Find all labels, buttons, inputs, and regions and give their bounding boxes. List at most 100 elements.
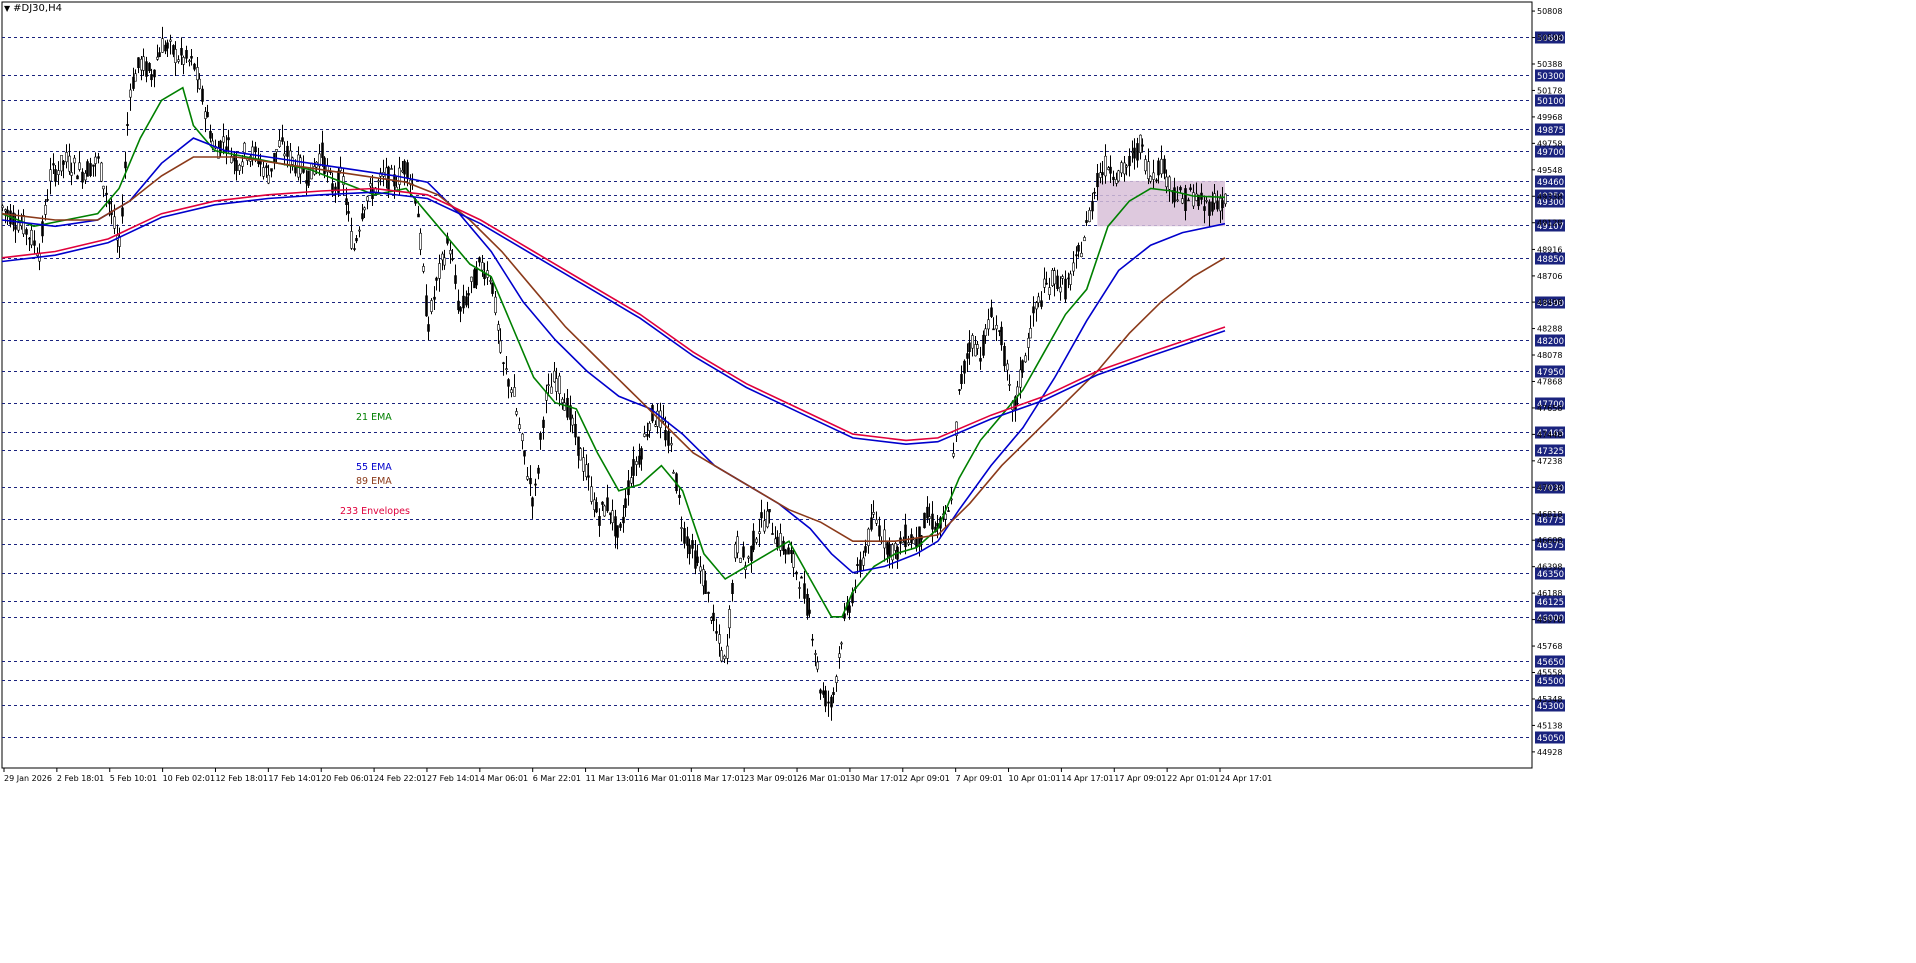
x-tick-label: 6 Mar 22:01 — [533, 774, 581, 783]
candle-body — [1112, 176, 1115, 181]
y-tick-label: 49128 — [1537, 219, 1562, 228]
candle-body — [707, 591, 710, 594]
level-label: 45050 — [1537, 734, 1564, 744]
candle-body — [840, 642, 843, 645]
candle-body — [161, 38, 164, 53]
candle-body — [1027, 337, 1030, 348]
candle-body — [505, 368, 508, 370]
candle-body — [52, 163, 55, 166]
candle-body — [403, 160, 406, 175]
candle-body — [995, 324, 998, 330]
candle-body — [1008, 383, 1011, 386]
candle-body — [587, 475, 590, 478]
x-tick-label: 10 Feb 02:01 — [163, 774, 215, 783]
candle-body — [1080, 252, 1083, 258]
candle-body — [526, 476, 529, 480]
candle-body — [73, 157, 76, 164]
chart-area[interactable]: 5060050300501004987549700494604935049300… — [0, 0, 1916, 963]
candle-body — [1091, 200, 1094, 212]
level-label: 48850 — [1537, 255, 1564, 265]
candle-body — [1125, 165, 1128, 168]
dropdown-arrow-icon[interactable]: ▼ — [4, 4, 10, 13]
candle-body — [235, 160, 238, 172]
candle-body — [156, 56, 159, 60]
candle-body — [1035, 302, 1038, 310]
candle-body — [1051, 269, 1054, 286]
candle-body — [891, 544, 894, 561]
candle-body — [760, 512, 763, 519]
candle-body — [204, 111, 207, 119]
candle-body — [1, 205, 4, 208]
candle-body — [585, 464, 588, 477]
candle-body — [1149, 176, 1152, 182]
candle-body — [648, 423, 651, 431]
highlight-zone — [1097, 180, 1225, 227]
candle-body — [1032, 306, 1035, 314]
candle-body — [158, 52, 161, 58]
candle-body — [470, 276, 473, 282]
price-chart[interactable]: 5060050300501004987549700494604935049300… — [0, 0, 1916, 963]
candle-body — [960, 374, 963, 384]
candle-body — [443, 257, 446, 266]
candle-body — [739, 557, 742, 563]
candle-body — [1179, 187, 1182, 191]
candle-body — [640, 448, 643, 460]
candle-body — [233, 154, 236, 162]
candle-body — [188, 60, 191, 63]
candle-body — [1096, 173, 1099, 188]
y-tick-label: 48498 — [1537, 298, 1562, 307]
candle-body — [275, 149, 278, 153]
candle-body — [816, 661, 819, 670]
candle-body — [1221, 200, 1224, 209]
candle-body — [1144, 159, 1147, 172]
candle-body — [254, 146, 257, 153]
candle-body — [1024, 355, 1027, 363]
candle-body — [387, 166, 390, 190]
candle-body — [606, 497, 609, 512]
candle-body — [595, 502, 598, 513]
candle-body — [193, 63, 196, 70]
candle-body — [537, 467, 540, 474]
candle-body — [150, 74, 153, 81]
candle-body — [616, 525, 619, 538]
candle-body — [86, 161, 89, 177]
candle-body — [1000, 326, 1003, 346]
candle-body — [982, 334, 985, 356]
candle-body — [395, 186, 398, 191]
x-tick-label: 12 Feb 18:01 — [215, 774, 267, 783]
candle-body — [1101, 172, 1104, 176]
annotation-label: 89 EMA — [356, 476, 392, 487]
candle-body — [1117, 170, 1120, 182]
candle-body — [1006, 363, 1009, 371]
candle-body — [30, 229, 33, 246]
candle-body — [787, 547, 790, 555]
candle-body — [550, 386, 553, 394]
candle-body — [731, 583, 734, 594]
x-tick-label: 7 Apr 09:01 — [956, 774, 1003, 783]
candle-body — [449, 250, 452, 255]
candle-body — [720, 650, 723, 662]
candle-body — [137, 57, 140, 69]
y-tick-label: 49758 — [1537, 139, 1562, 148]
candle-body — [723, 655, 726, 660]
candle-body — [81, 171, 84, 183]
candle-body — [44, 205, 47, 215]
x-tick-label: 2 Apr 09:01 — [903, 774, 950, 783]
x-tick-label: 22 Apr 01:01 — [1167, 774, 1219, 783]
candle-body — [800, 576, 803, 579]
candle-body — [952, 453, 955, 457]
candle-body — [635, 461, 638, 465]
candle-body — [678, 494, 681, 498]
y-tick-label: 46608 — [1537, 536, 1562, 545]
candle-body — [1131, 151, 1134, 153]
y-tick-label: 50598 — [1537, 34, 1562, 43]
candle-body — [430, 300, 433, 312]
candle-body — [100, 162, 103, 182]
candle-body — [76, 175, 79, 180]
candle-body — [265, 165, 268, 169]
candle-body — [1053, 270, 1056, 285]
candle-body — [827, 701, 830, 704]
candle-body — [462, 295, 465, 309]
candle-body — [390, 168, 393, 170]
candle-body — [366, 196, 369, 202]
